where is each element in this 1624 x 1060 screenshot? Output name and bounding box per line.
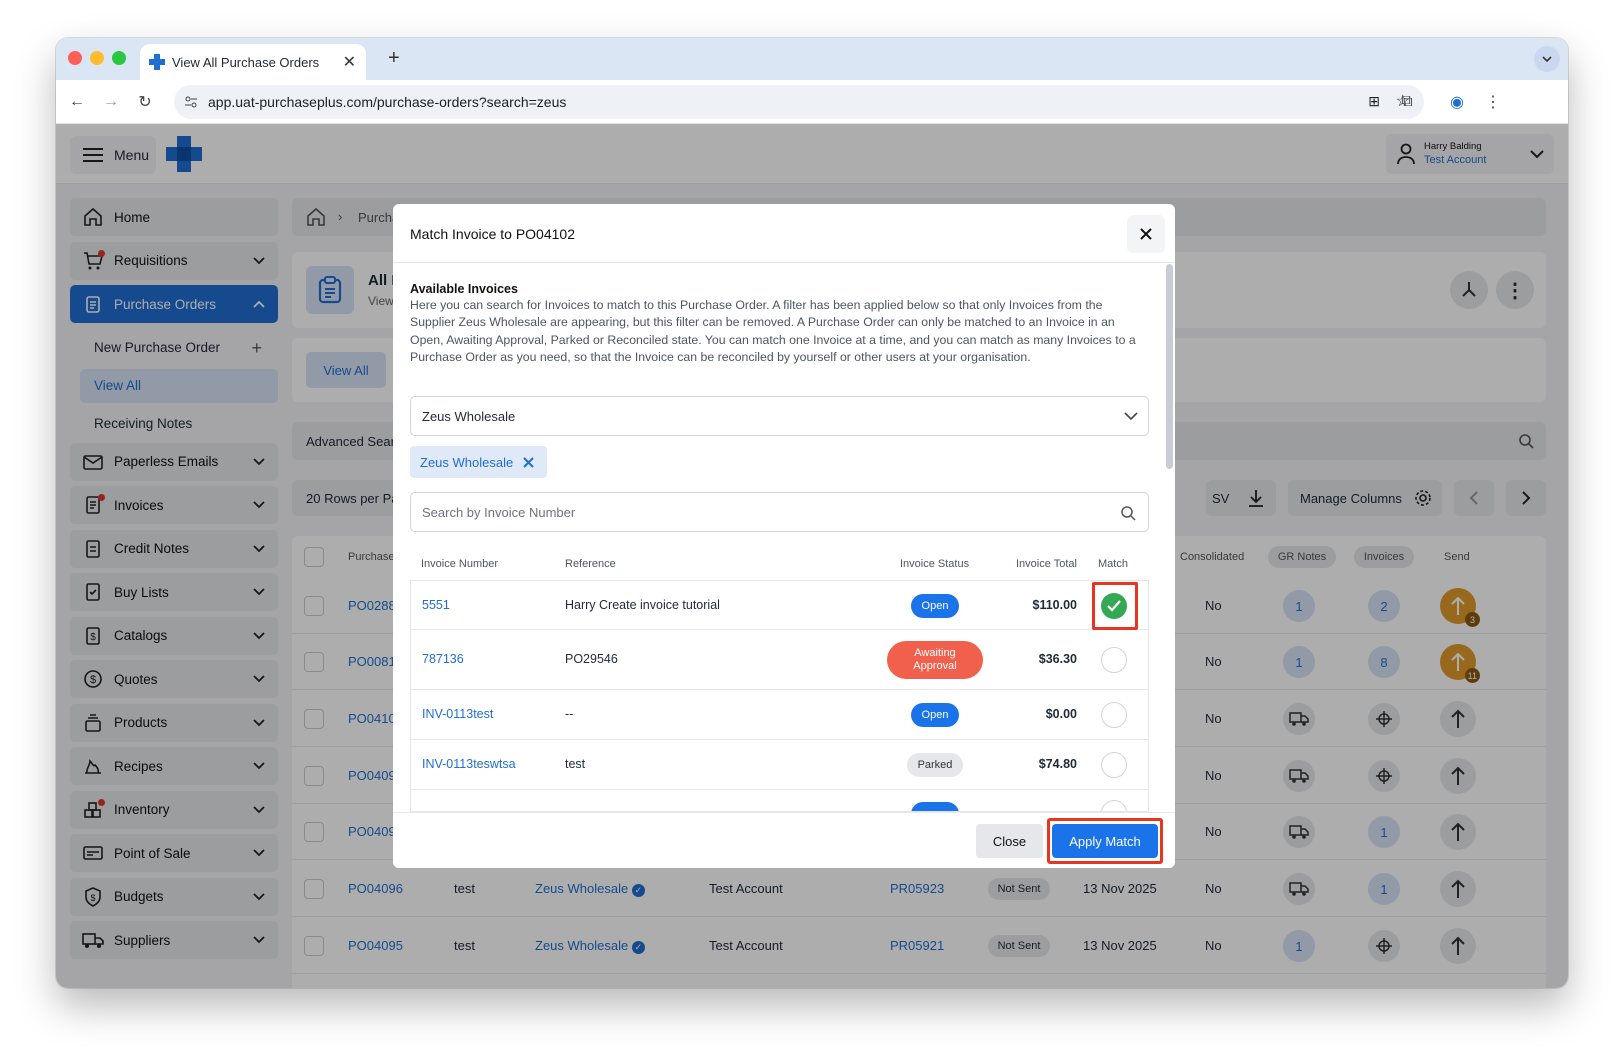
url-text: app.uat-purchaseplus.com/purchase-orders… <box>208 94 567 110</box>
browser-toolbar: ← → ↻ app.uat-purchaseplus.com/purchase-… <box>56 80 1568 124</box>
modal-header: Match Invoice to PO04102 <box>393 204 1175 263</box>
available-invoices-description: Here you can search for Invoices to matc… <box>410 298 1136 365</box>
modal-scrollbar[interactable] <box>1166 264 1173 469</box>
browser-window: View All Purchase Orders ✕ + ← → ↻ app.u… <box>56 38 1568 988</box>
supplier-select[interactable]: Zeus Wholesale <box>410 396 1149 436</box>
invoice-status-badge: Awaiting Approval <box>887 641 983 679</box>
invoice-number-link[interactable]: 5551 <box>422 598 450 612</box>
invoice-search-input[interactable]: Search by Invoice Number <box>410 492 1149 532</box>
match-radio[interactable] <box>1101 647 1127 673</box>
supplier-filter-chip: Zeus Wholesale <box>410 446 547 478</box>
chevron-down-icon <box>1542 56 1552 63</box>
more-menu-icon[interactable]: ⋮ <box>1482 91 1504 113</box>
close-tab-icon[interactable]: ✕ <box>343 52 356 72</box>
modal-description-block: Available Invoices Here you can search f… <box>410 282 1150 367</box>
invoice-row[interactable]: INV-0113test -- Open $0.00 <box>410 690 1149 740</box>
invoice-status-badge: Open <box>911 594 959 618</box>
match-radio[interactable] <box>1101 702 1127 728</box>
profile-icon[interactable]: ◉ <box>1446 91 1468 113</box>
close-icon <box>1140 228 1152 240</box>
match-invoice-modal: Match Invoice to PO04102 Available Invoi… <box>393 204 1175 868</box>
invoice-row[interactable]: 787136 PO29546 Awaiting Approval $36.30 <box>410 630 1149 690</box>
column-header-invoice-status: Invoice Status <box>900 558 970 570</box>
column-header-match: Match <box>1098 558 1128 570</box>
remove-filter-icon[interactable] <box>523 456 534 468</box>
tab-search-button[interactable] <box>1534 46 1560 72</box>
translate-icon[interactable]: ⊞ <box>1368 93 1380 110</box>
modal-title: Match Invoice to PO04102 <box>410 226 575 242</box>
invoice-reference: -- <box>565 707 574 721</box>
extensions-icon[interactable]: ⧉ <box>1396 91 1418 113</box>
close-window-button[interactable] <box>68 51 82 65</box>
back-button[interactable]: ← <box>66 91 88 113</box>
site-info-icon[interactable] <box>184 95 198 109</box>
minimize-window-button[interactable] <box>90 51 104 65</box>
search-placeholder: Search by Invoice Number <box>422 504 576 520</box>
invoice-status-badge: Parked <box>907 753 963 777</box>
column-header-invoice-number: Invoice Number <box>421 558 499 570</box>
new-tab-button[interactable]: + <box>388 47 400 70</box>
forward-button[interactable]: → <box>100 91 122 113</box>
invoice-row[interactable]: 5551 Harry Create invoice tutorial Open $11… <box>410 580 1149 630</box>
chevron-down-icon <box>1124 412 1138 421</box>
apply-match-button[interactable]: Apply Match <box>1052 824 1158 858</box>
invoice-status-badge: Open <box>911 703 959 727</box>
invoice-total: $0.00 <box>1045 707 1077 721</box>
browser-tab[interactable]: View All Purchase Orders ✕ <box>140 44 366 80</box>
invoice-number-link[interactable]: INV-0113teswtsa <box>422 757 516 771</box>
modal-close-button[interactable] <box>1127 215 1165 253</box>
maximize-window-button[interactable] <box>112 51 126 65</box>
column-header-invoice-total: Invoice Total <box>1016 558 1077 570</box>
supplier-select-value: Zeus Wholesale <box>422 408 516 424</box>
column-header-reference: Reference <box>565 558 616 570</box>
available-invoices-heading: Available Invoices <box>410 282 518 296</box>
modal-footer: Close Apply Match <box>393 812 1175 868</box>
match-radio[interactable] <box>1101 800 1127 811</box>
invoice-reference: Harry Create invoice tutorial <box>565 598 720 612</box>
matched-check-icon[interactable] <box>1101 593 1127 619</box>
invoice-total: $110.00 <box>1032 598 1078 612</box>
reload-button[interactable]: ↻ <box>134 91 156 113</box>
match-radio[interactable] <box>1101 752 1127 778</box>
invoice-reference: test <box>565 757 586 771</box>
invoice-total: $74.80 <box>1038 757 1077 771</box>
close-button[interactable]: Close <box>976 824 1043 858</box>
search-icon[interactable] <box>1120 505 1136 521</box>
invoice-row[interactable]: INV-0113teswtsa test Parked $74.80 <box>410 740 1149 790</box>
invoice-number-link[interactable]: INV-0113test <box>422 707 493 721</box>
invoice-number-link[interactable]: 787136 <box>422 652 464 666</box>
purchaseplus-favicon-icon <box>149 54 165 70</box>
invoice-row-partial[interactable] <box>410 790 1149 812</box>
invoice-reference: PO29546 <box>565 652 618 666</box>
tab-title: View All Purchase Orders <box>172 54 320 70</box>
filter-chip-label: Zeus Wholesale <box>420 454 514 470</box>
partial-status-badge <box>911 802 959 811</box>
address-bar[interactable]: app.uat-purchaseplus.com/purchase-orders… <box>174 85 1424 119</box>
invoice-table-header: Invoice Number Reference Invoice Status … <box>410 550 1149 580</box>
invoice-total: $36.30 <box>1038 652 1077 666</box>
tab-strip: View All Purchase Orders ✕ + <box>56 38 1568 80</box>
